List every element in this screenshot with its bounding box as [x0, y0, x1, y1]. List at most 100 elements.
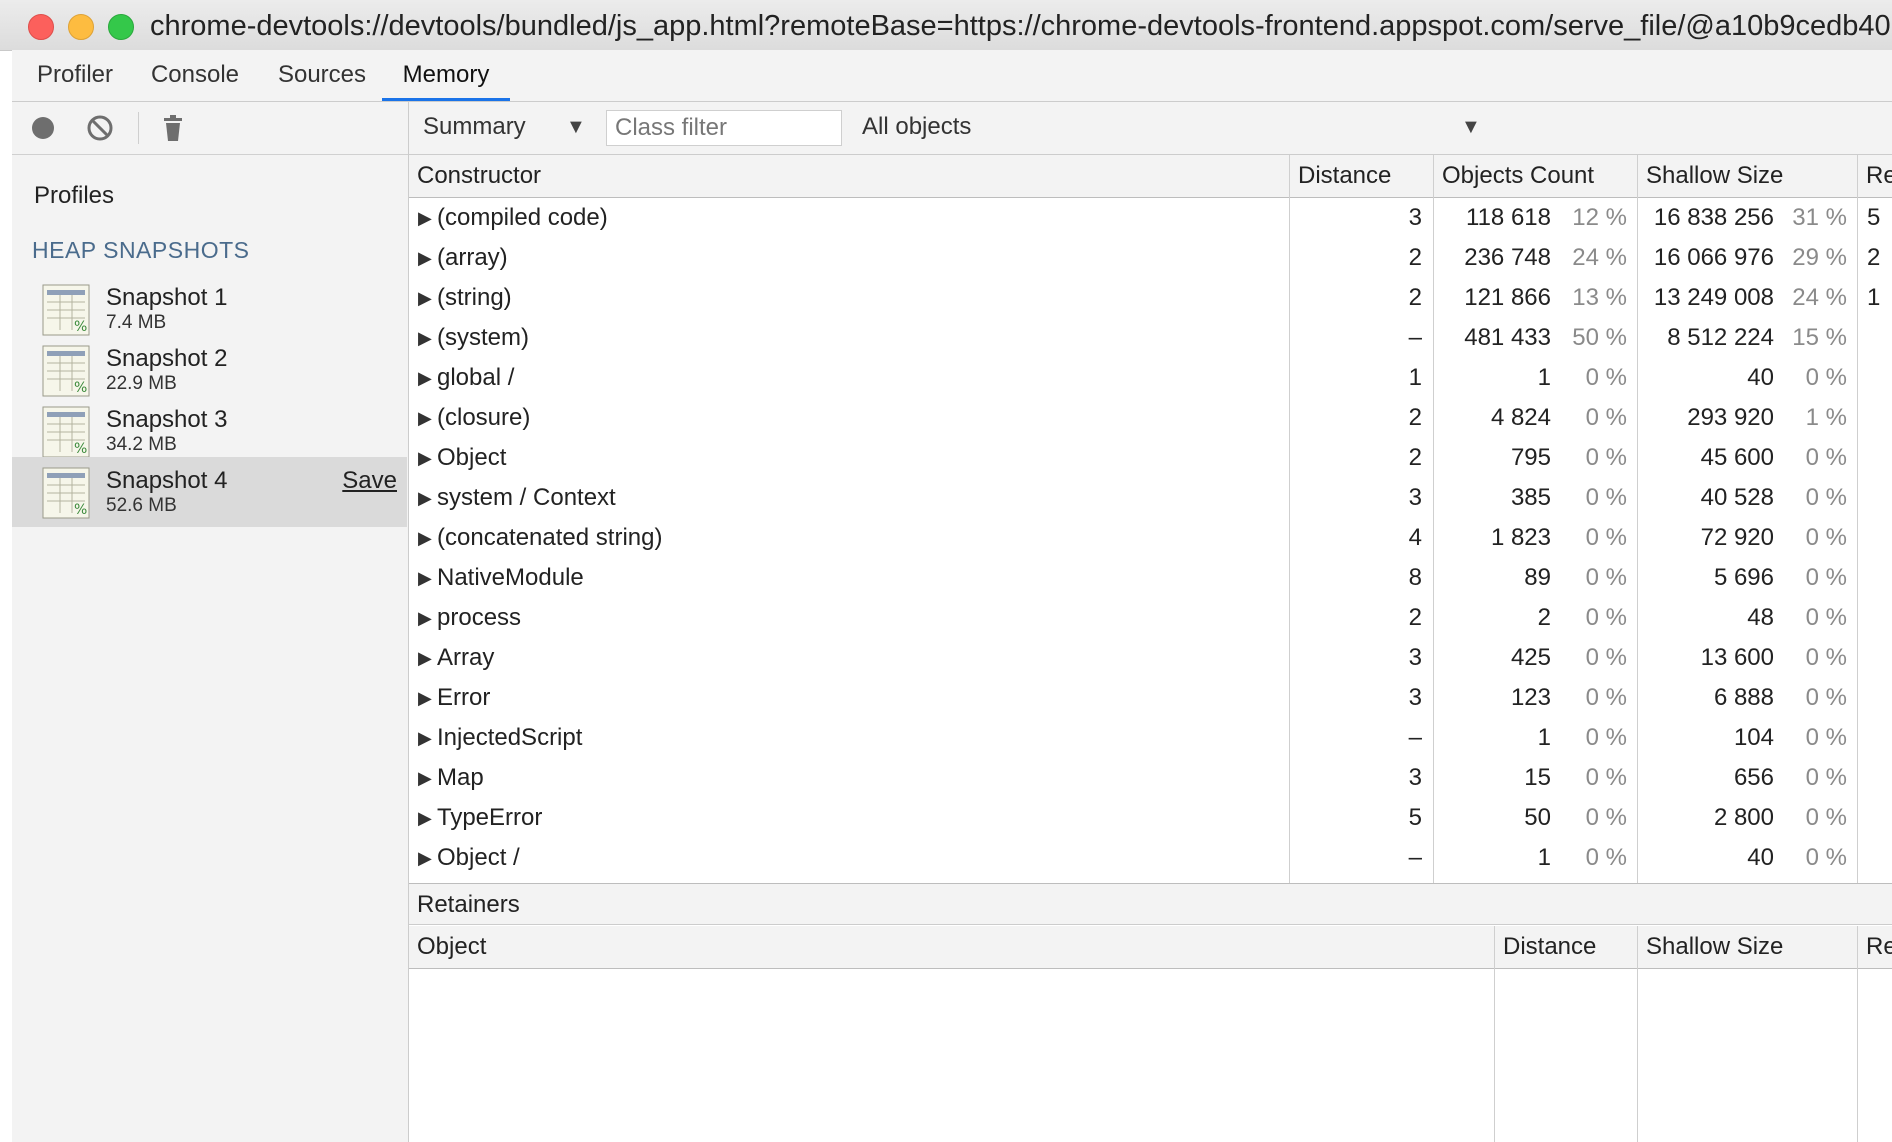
objects-count-percent: 24 %	[1572, 244, 1627, 271]
constructor-table-header: Constructor Distance Objects Count Shall…	[409, 155, 1892, 198]
table-row[interactable]: ▶ NativeModule 8 89 0 % 5 696 0 %	[409, 558, 1892, 598]
shallow-size-value: 2 800	[1713, 804, 1774, 831]
constructor-name: global /	[437, 364, 515, 391]
table-row[interactable]: ▶ Error 3 123 0 % 6 888 0 %	[409, 678, 1892, 718]
save-snapshot-link[interactable]: Save	[342, 467, 397, 495]
trash-icon[interactable]	[158, 113, 188, 143]
constructor-name: NativeModule	[437, 564, 584, 591]
triangle-right-icon[interactable]: ▶	[418, 358, 432, 398]
triangle-right-icon[interactable]: ▶	[418, 758, 432, 798]
objects-count-percent: 0 %	[1585, 684, 1627, 711]
shallow-size-value: 16 066 976	[1653, 244, 1774, 271]
table-row[interactable]: ▶ (array) 2 236 748 24 % 16 066 976 29 % 2	[409, 238, 1892, 278]
shallow-size-percent: 0 %	[1805, 444, 1847, 471]
table-row[interactable]: ▶ InjectedScript – 1 0 % 104 0 %	[409, 718, 1892, 758]
snapshot-item-selected[interactable]: % Snapshot 4 52.6 MB Save	[12, 457, 407, 527]
table-row[interactable]: ▶ system / Context 3 385 0 % 40 528 0 %	[409, 478, 1892, 518]
distance-value: –	[1408, 324, 1422, 351]
table-row[interactable]: ▶ (compiled code) 3 118 618 12 % 16 838 256 31…	[409, 198, 1892, 238]
snapshot-item[interactable]: % Snapshot 2 22.9 MB	[12, 335, 407, 405]
shallow-size-percent: 24 %	[1792, 284, 1847, 311]
column-object[interactable]: Object	[409, 926, 1494, 968]
table-row[interactable]: ▶ Map 3 15 0 % 656 0 %	[409, 758, 1892, 798]
column-distance[interactable]: Distance	[1495, 926, 1637, 968]
column-distance[interactable]: Distance	[1290, 155, 1433, 197]
distance-value: –	[1408, 844, 1422, 871]
snapshot-icon: %	[42, 467, 90, 519]
distance-value: 2	[1408, 284, 1422, 311]
triangle-right-icon[interactable]: ▶	[418, 558, 432, 598]
objects-count-percent: 0 %	[1585, 804, 1627, 831]
column-objects-count[interactable]: Objects Count	[1434, 155, 1637, 197]
objects-count-percent: 12 %	[1572, 204, 1627, 231]
shallow-size-percent: 0 %	[1805, 604, 1847, 631]
constructor-name: (system)	[437, 324, 529, 351]
chevron-down-icon[interactable]: ▼	[566, 116, 586, 139]
snapshot-size: 52.6 MB	[106, 495, 177, 516]
shallow-size-percent: 0 %	[1805, 484, 1847, 511]
table-row[interactable]: ▶ (string) 2 121 866 13 % 13 249 008 24 % 1	[409, 278, 1892, 318]
retained-size-value	[1867, 558, 1892, 598]
column-shallow-size[interactable]: Shallow Size	[1638, 926, 1857, 968]
distance-value: 2	[1408, 444, 1422, 471]
heap-snapshots-heading: HEAP SNAPSHOTS	[32, 237, 250, 263]
triangle-right-icon[interactable]: ▶	[418, 478, 432, 518]
record-icon[interactable]	[28, 113, 58, 143]
objects-count-percent: 0 %	[1585, 364, 1627, 391]
objects-select[interactable]: All objects	[862, 113, 971, 141]
triangle-right-icon[interactable]: ▶	[418, 838, 432, 878]
class-filter-input[interactable]	[606, 110, 842, 146]
triangle-right-icon[interactable]: ▶	[418, 398, 432, 438]
retained-size-value	[1867, 478, 1892, 518]
clear-icon[interactable]	[85, 113, 115, 143]
snapshot-item[interactable]: % Snapshot 3 34.2 MB	[12, 396, 407, 466]
table-row[interactable]: ▶ Object 2 795 0 % 45 600 0 %	[409, 438, 1892, 478]
distance-value: 3	[1408, 484, 1422, 511]
table-row[interactable]: ▶ process 2 2 0 % 48 0 %	[409, 598, 1892, 638]
window-close-button[interactable]	[28, 14, 54, 40]
distance-value: 3	[1408, 684, 1422, 711]
triangle-right-icon[interactable]: ▶	[418, 638, 432, 678]
triangle-right-icon[interactable]: ▶	[418, 278, 432, 318]
column-constructor[interactable]: Constructor	[409, 155, 1289, 197]
view-select[interactable]: Summary	[423, 113, 526, 141]
triangle-right-icon[interactable]: ▶	[418, 598, 432, 638]
triangle-right-icon[interactable]: ▶	[418, 798, 432, 838]
snapshot-size: 7.4 MB	[106, 312, 167, 333]
column-retained-size[interactable]: Re	[1858, 155, 1892, 197]
column-shallow-size[interactable]: Shallow Size	[1638, 155, 1857, 197]
profiles-toolbar	[12, 102, 408, 155]
snapshot-item[interactable]: % Snapshot 1 7.4 MB	[12, 274, 407, 344]
chevron-down-icon[interactable]: ▼	[1461, 116, 1481, 139]
triangle-right-icon[interactable]: ▶	[418, 198, 432, 238]
window-minimize-button[interactable]	[68, 14, 94, 40]
triangle-right-icon[interactable]: ▶	[418, 238, 432, 278]
tab-console[interactable]: Console	[140, 50, 250, 101]
triangle-right-icon[interactable]: ▶	[418, 318, 432, 358]
objects-count-percent: 0 %	[1585, 644, 1627, 671]
retainers-heading: Retainers	[409, 883, 1892, 925]
table-row[interactable]: ▶ (closure) 2 4 824 0 % 293 920 1 %	[409, 398, 1892, 438]
shallow-size-percent: 0 %	[1805, 364, 1847, 391]
tab-profiler[interactable]: Profiler	[20, 50, 130, 101]
table-row[interactable]: ▶ (concatenated string) 4 1 823 0 % 72 920 0 %	[409, 518, 1892, 558]
table-row[interactable]: ▶ Object / – 1 0 % 40 0 %	[409, 838, 1892, 878]
table-row[interactable]: ▶ (system) – 481 433 50 % 8 512 224 15 %	[409, 318, 1892, 358]
triangle-right-icon[interactable]: ▶	[418, 718, 432, 758]
constructor-name: InjectedScript	[437, 724, 583, 751]
triangle-right-icon[interactable]: ▶	[418, 518, 432, 558]
distance-value: 4	[1408, 524, 1422, 551]
tab-memory[interactable]: Memory	[382, 50, 510, 101]
distance-value: 3	[1408, 204, 1422, 231]
constructor-name: system / Context	[437, 484, 616, 511]
tab-sources[interactable]: Sources	[262, 50, 382, 101]
retained-size-value: 1	[1867, 284, 1881, 311]
table-row[interactable]: ▶ TypeError 5 50 0 % 2 800 0 %	[409, 798, 1892, 838]
window-maximize-button[interactable]	[108, 14, 134, 40]
triangle-right-icon[interactable]: ▶	[418, 438, 432, 478]
triangle-right-icon[interactable]: ▶	[418, 678, 432, 718]
table-row[interactable]: ▶ global / 1 1 0 % 40 0 %	[409, 358, 1892, 398]
table-row[interactable]: ▶ Array 3 425 0 % 13 600 0 %	[409, 638, 1892, 678]
column-retained-size[interactable]: Re	[1858, 926, 1892, 968]
shallow-size-value: 13 600	[1700, 644, 1774, 671]
